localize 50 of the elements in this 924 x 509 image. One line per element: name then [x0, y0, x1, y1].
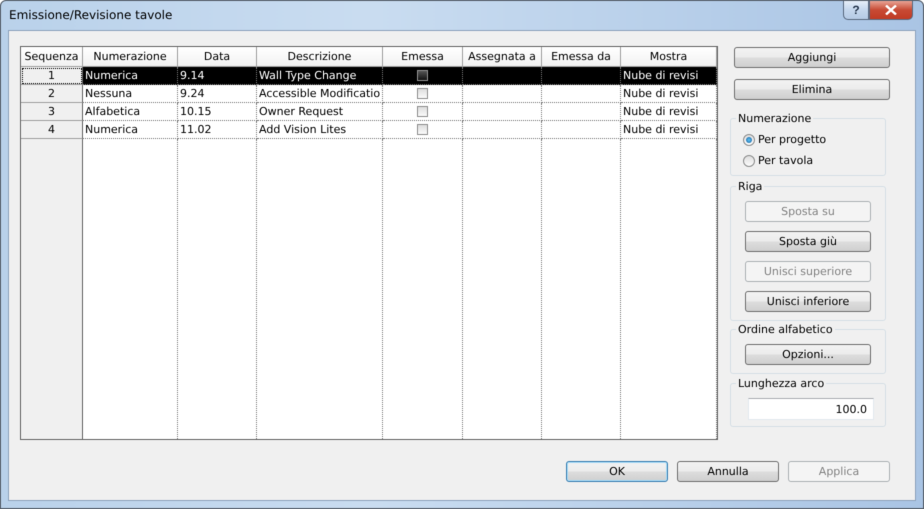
column-header[interactable]: Emessa: [383, 47, 463, 67]
issued-checkbox[interactable]: [417, 106, 428, 117]
side-button[interactable]: Aggiungi: [734, 47, 890, 68]
row-header[interactable]: 1: [21, 67, 83, 85]
table-cell: Wall Type Change: [257, 67, 383, 85]
table-cell: Add Vision Lites: [257, 121, 383, 139]
row-button[interactable]: Opzioni...: [745, 344, 871, 365]
group-title: Riga: [736, 180, 764, 193]
close-button[interactable]: [869, 1, 913, 20]
table-cell: Nube di revisi: [621, 85, 717, 103]
table-cell: Accessible Modificatio: [257, 85, 383, 103]
close-icon: [885, 5, 897, 15]
row-button[interactable]: Sposta giù: [745, 231, 871, 252]
row-header[interactable]: 3: [21, 103, 83, 121]
issued-checkbox[interactable]: [417, 70, 428, 81]
table-cell: Owner Request: [257, 103, 383, 121]
arc-length-field[interactable]: 100.0: [748, 398, 874, 420]
table-cell: Alfabetica: [83, 103, 178, 121]
row-button[interactable]: Unisci inferiore: [745, 291, 871, 312]
dialog-button[interactable]: OK: [566, 461, 668, 482]
row-header[interactable]: 4: [21, 121, 83, 139]
group-title: Numerazione: [736, 112, 814, 125]
column-header[interactable]: Emessa da: [542, 47, 621, 67]
column-header[interactable]: Assegnata a: [463, 47, 542, 67]
table-cell: Nessuna: [83, 85, 178, 103]
table-cell: 9.24: [178, 85, 257, 103]
column-header[interactable]: Data: [178, 47, 257, 67]
side-button[interactable]: Elimina: [734, 79, 890, 100]
table-cell: 10.15: [178, 103, 257, 121]
table-cell: Nube di revisi: [621, 121, 717, 139]
column-header[interactable]: Mostra: [621, 47, 717, 67]
window-title: Emissione/Revisione tavole: [9, 8, 172, 22]
column-header[interactable]: Descrizione: [257, 47, 383, 67]
issued-checkbox[interactable]: [417, 124, 428, 135]
group-title: Lunghezza arco: [736, 377, 826, 390]
help-button[interactable]: ?: [843, 1, 869, 20]
table-cell: 9.14: [178, 67, 257, 85]
radio-option[interactable]: Per tavola: [743, 154, 885, 167]
table-cell: Numerica: [83, 121, 178, 139]
dialog-button[interactable]: Annulla: [677, 461, 779, 482]
column-header[interactable]: Sequenza: [21, 47, 83, 67]
column-header[interactable]: Numerazione: [83, 47, 178, 67]
table-cell: Nube di revisi: [621, 67, 717, 85]
group-title: Ordine alfabetico: [736, 323, 835, 336]
table-cell: Nube di revisi: [621, 103, 717, 121]
table-cell: 11.02: [178, 121, 257, 139]
table-cell: Numerica: [83, 67, 178, 85]
row-header[interactable]: 2: [21, 85, 83, 103]
issued-checkbox[interactable]: [417, 88, 428, 99]
radio-option[interactable]: Per progetto: [743, 133, 885, 146]
